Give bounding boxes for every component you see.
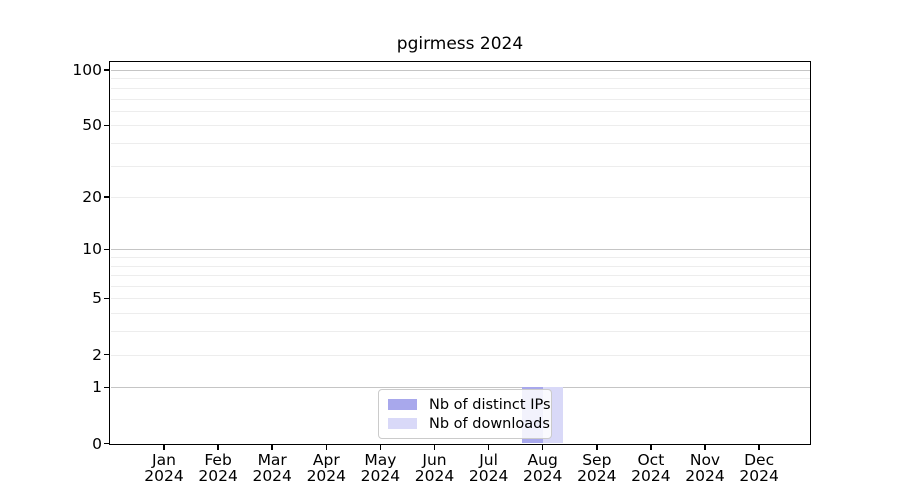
gridline-y7: [111, 275, 811, 276]
chart-title: pgirmess 2024: [110, 34, 810, 54]
y-tick-20: [104, 196, 110, 198]
y-tick-0: [104, 443, 110, 445]
gridline-y50: [111, 125, 811, 126]
gridline-y80: [111, 88, 811, 89]
x-tick-label-oct-2024: Oct2024: [623, 453, 679, 484]
x-tick-mar-2024: [271, 444, 273, 450]
gridline-y2: [111, 355, 811, 356]
y-tick-label-1: 1: [2, 379, 102, 395]
y-tick-label-50: 50: [2, 117, 102, 133]
gridline-y4: [111, 313, 811, 314]
gridline-y70: [111, 99, 811, 100]
gridline-y100: [111, 70, 811, 71]
x-tick-label-sep-2024: Sep2024: [569, 453, 625, 484]
x-tick-dec-2024: [758, 444, 760, 450]
x-tick-label-jun-2024: Jun2024: [407, 453, 463, 484]
y-tick-label-100: 100: [2, 62, 102, 78]
x-tick-may-2024: [380, 444, 382, 450]
x-tick-label-aug-2024: Aug2024: [515, 453, 571, 484]
legend: Nb of distinct IPs Nb of downloads: [378, 389, 552, 439]
legend-label-distinct-ips: Nb of distinct IPs: [429, 397, 551, 413]
y-tick-label-0: 0: [2, 436, 102, 452]
legend-item-distinct-ips: Nb of distinct IPs: [388, 395, 542, 414]
legend-item-downloads: Nb of downloads: [388, 414, 542, 433]
x-tick-label-apr-2024: Apr2024: [298, 453, 354, 484]
y-tick-label-10: 10: [2, 241, 102, 257]
gridline-y90: [111, 78, 811, 79]
gridline-y40: [111, 143, 811, 144]
legend-swatch-downloads: [388, 418, 417, 429]
gridline-y5: [111, 298, 811, 299]
gridline-y8: [111, 266, 811, 267]
gridline-y6: [111, 286, 811, 287]
x-tick-jun-2024: [434, 444, 436, 450]
x-tick-apr-2024: [326, 444, 328, 450]
x-tick-label-dec-2024: Dec2024: [731, 453, 787, 484]
y-tick-2: [104, 354, 110, 356]
gridline-y9: [111, 257, 811, 258]
x-tick-label-feb-2024: Feb2024: [190, 453, 246, 484]
y-tick-10: [104, 249, 110, 251]
y-tick-label-2: 2: [2, 347, 102, 363]
y-tick-100: [104, 69, 110, 71]
x-tick-sep-2024: [596, 444, 598, 450]
chart-figure: pgirmess 2024 0 1 2 5 10 20 50 100 Jan2024Feb20…: [0, 0, 900, 500]
legend-swatch-distinct-ips: [388, 399, 417, 410]
x-tick-label-jul-2024: Jul2024: [461, 453, 517, 484]
x-tick-nov-2024: [704, 444, 706, 450]
x-tick-label-may-2024: May2024: [352, 453, 408, 484]
x-tick-jul-2024: [488, 444, 490, 450]
x-tick-label-jan-2024: Jan2024: [136, 453, 192, 484]
legend-label-downloads: Nb of downloads: [429, 416, 550, 432]
gridline-y3: [111, 331, 811, 332]
x-tick-jan-2024: [163, 444, 165, 450]
gridline-y30: [111, 166, 811, 167]
gridline-y20: [111, 197, 811, 198]
x-tick-label-nov-2024: Nov2024: [677, 453, 733, 484]
x-tick-oct-2024: [650, 444, 652, 450]
y-tick-label-5: 5: [2, 290, 102, 306]
y-tick-label-20: 20: [2, 189, 102, 205]
x-tick-label-mar-2024: Mar2024: [244, 453, 300, 484]
x-tick-feb-2024: [217, 444, 219, 450]
gridline-y10: [111, 249, 811, 250]
gridline-y60: [111, 111, 811, 112]
y-tick-1: [104, 387, 110, 389]
x-tick-aug-2024: [542, 444, 544, 450]
y-tick-50: [104, 125, 110, 127]
y-tick-5: [104, 298, 110, 300]
